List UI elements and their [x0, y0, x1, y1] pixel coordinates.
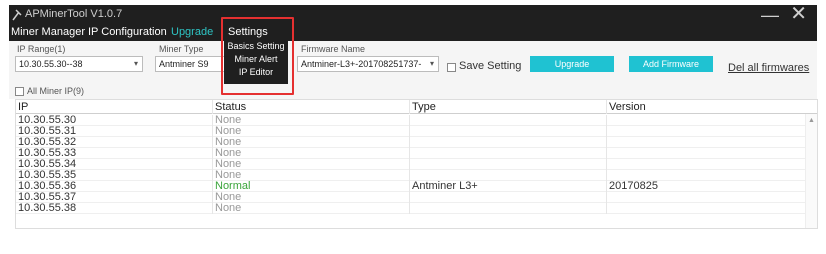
cell-status: None — [213, 115, 410, 126]
miner-pick-icon — [12, 9, 22, 21]
menu-ip-configuration[interactable]: IP Configuration — [88, 26, 167, 38]
menu-settings[interactable]: Settings — [228, 26, 268, 38]
cell-version — [607, 170, 797, 181]
table-header: IP Status Type Version — [16, 100, 817, 114]
table-scrollbar[interactable]: ▲ — [805, 114, 817, 228]
miner-type-value: Antminer S9 — [159, 59, 209, 69]
table-row[interactable]: 10.30.55.37 None — [16, 192, 817, 203]
cell-ip: 10.30.55.35 — [16, 170, 213, 181]
firmware-name-value: Antminer-L3+-201708251737- — [301, 59, 422, 69]
menu-miner-manager[interactable]: Miner Manager — [11, 26, 85, 38]
cell-ip: 10.30.55.38 — [16, 203, 213, 214]
column-header-ip[interactable]: IP — [16, 100, 213, 114]
cell-status: Normal — [213, 181, 410, 192]
cell-type — [410, 148, 607, 159]
save-setting-checkbox[interactable] — [447, 63, 456, 72]
minimize-button[interactable]: — — [761, 6, 779, 24]
miner-type-label: Miner Type — [159, 44, 204, 54]
column-header-status[interactable]: Status — [213, 100, 410, 114]
menu-item-ip-editor[interactable]: IP Editor — [224, 66, 288, 79]
cell-type — [410, 203, 607, 214]
cell-status: None — [213, 159, 410, 170]
cell-type — [410, 126, 607, 137]
cell-status: None — [213, 170, 410, 181]
cell-status: None — [213, 148, 410, 159]
cell-version — [607, 203, 797, 214]
cell-version — [607, 148, 797, 159]
table-row[interactable]: 10.30.55.30 None — [16, 115, 817, 126]
window-title: APMinerTool V1.0.7 — [25, 8, 123, 20]
cell-status: None — [213, 126, 410, 137]
table-row[interactable]: 10.30.55.35 None — [16, 170, 817, 181]
cell-status: None — [213, 192, 410, 203]
chevron-down-icon: ▾ — [429, 59, 434, 68]
firmware-name-label: Firmware Name — [301, 44, 366, 54]
cell-ip: 10.30.55.33 — [16, 148, 213, 159]
menu-item-miner-alert[interactable]: Miner Alert — [224, 53, 288, 66]
cell-status: None — [213, 137, 410, 148]
cell-version — [607, 137, 797, 148]
table-row[interactable]: 10.30.55.31 None — [16, 126, 817, 137]
cell-type — [410, 115, 607, 126]
cell-version — [607, 192, 797, 203]
cell-ip: 10.30.55.34 — [16, 159, 213, 170]
save-setting-label: Save Setting — [459, 60, 522, 72]
all-miner-ip-label: All Miner IP(9) — [27, 86, 85, 96]
del-all-firmwares-link[interactable]: Del all firmwares — [728, 62, 809, 74]
title-bar: APMinerTool V1.0.7 — ✕ — [9, 4, 817, 27]
cell-version — [607, 159, 797, 170]
all-miner-ip-checkbox[interactable] — [15, 87, 24, 96]
menu-upgrade[interactable]: Upgrade — [171, 26, 213, 38]
cell-status: None — [213, 203, 410, 214]
settings-dropdown: Basics Setting Miner Alert IP Editor — [224, 38, 288, 84]
cell-ip: 10.30.55.31 — [16, 126, 213, 137]
menu-bar: Miner Manager IP Configuration Upgrade S… — [9, 26, 817, 41]
cell-ip: 10.30.55.36 — [16, 181, 213, 192]
table-row[interactable]: 10.30.55.33 None — [16, 148, 817, 159]
menu-item-basics-setting[interactable]: Basics Setting — [224, 40, 288, 53]
cell-ip: 10.30.55.37 — [16, 192, 213, 203]
cell-type — [410, 159, 607, 170]
cell-ip: 10.30.55.32 — [16, 137, 213, 148]
cell-version: 20170825 — [609, 181, 658, 192]
firmware-name-select[interactable]: Antminer-L3+-201708251737- ▾ — [297, 56, 439, 72]
miner-table: IP Status Type Version 10.30.55.30 None … — [15, 99, 818, 229]
add-firmware-button[interactable]: Add Firmware — [629, 56, 713, 72]
table-row[interactable]: 10.30.55.34 None — [16, 159, 817, 170]
cell-type — [410, 192, 607, 203]
close-button[interactable]: ✕ — [790, 4, 807, 24]
column-header-type[interactable]: Type — [410, 100, 607, 114]
chevron-down-icon: ▾ — [133, 59, 138, 68]
table-row[interactable]: 10.30.55.36 Normal Antminer L3+ 20170825 — [16, 181, 817, 192]
toolbar: IP Range(1) 10.30.55.30--38 ▾ Miner Type… — [9, 41, 817, 99]
cell-version — [607, 126, 797, 137]
cell-version — [607, 115, 797, 126]
cell-type: Antminer L3+ — [410, 181, 607, 192]
upgrade-button[interactable]: Upgrade — [530, 56, 614, 72]
ip-range-value: 10.30.55.30--38 — [19, 59, 83, 69]
miner-type-select[interactable]: Antminer S9 — [155, 56, 225, 72]
cell-type — [410, 137, 607, 148]
column-header-version[interactable]: Version — [607, 100, 797, 114]
cell-ip: 10.30.55.30 — [16, 115, 213, 126]
ip-range-label: IP Range(1) — [17, 44, 66, 54]
table-row[interactable]: 10.30.55.32 None — [16, 137, 817, 148]
cell-type — [410, 170, 607, 181]
table-row[interactable]: 10.30.55.38 None — [16, 203, 817, 214]
scroll-up-icon[interactable]: ▲ — [808, 117, 815, 124]
ip-range-select[interactable]: 10.30.55.30--38 ▾ — [15, 56, 143, 72]
